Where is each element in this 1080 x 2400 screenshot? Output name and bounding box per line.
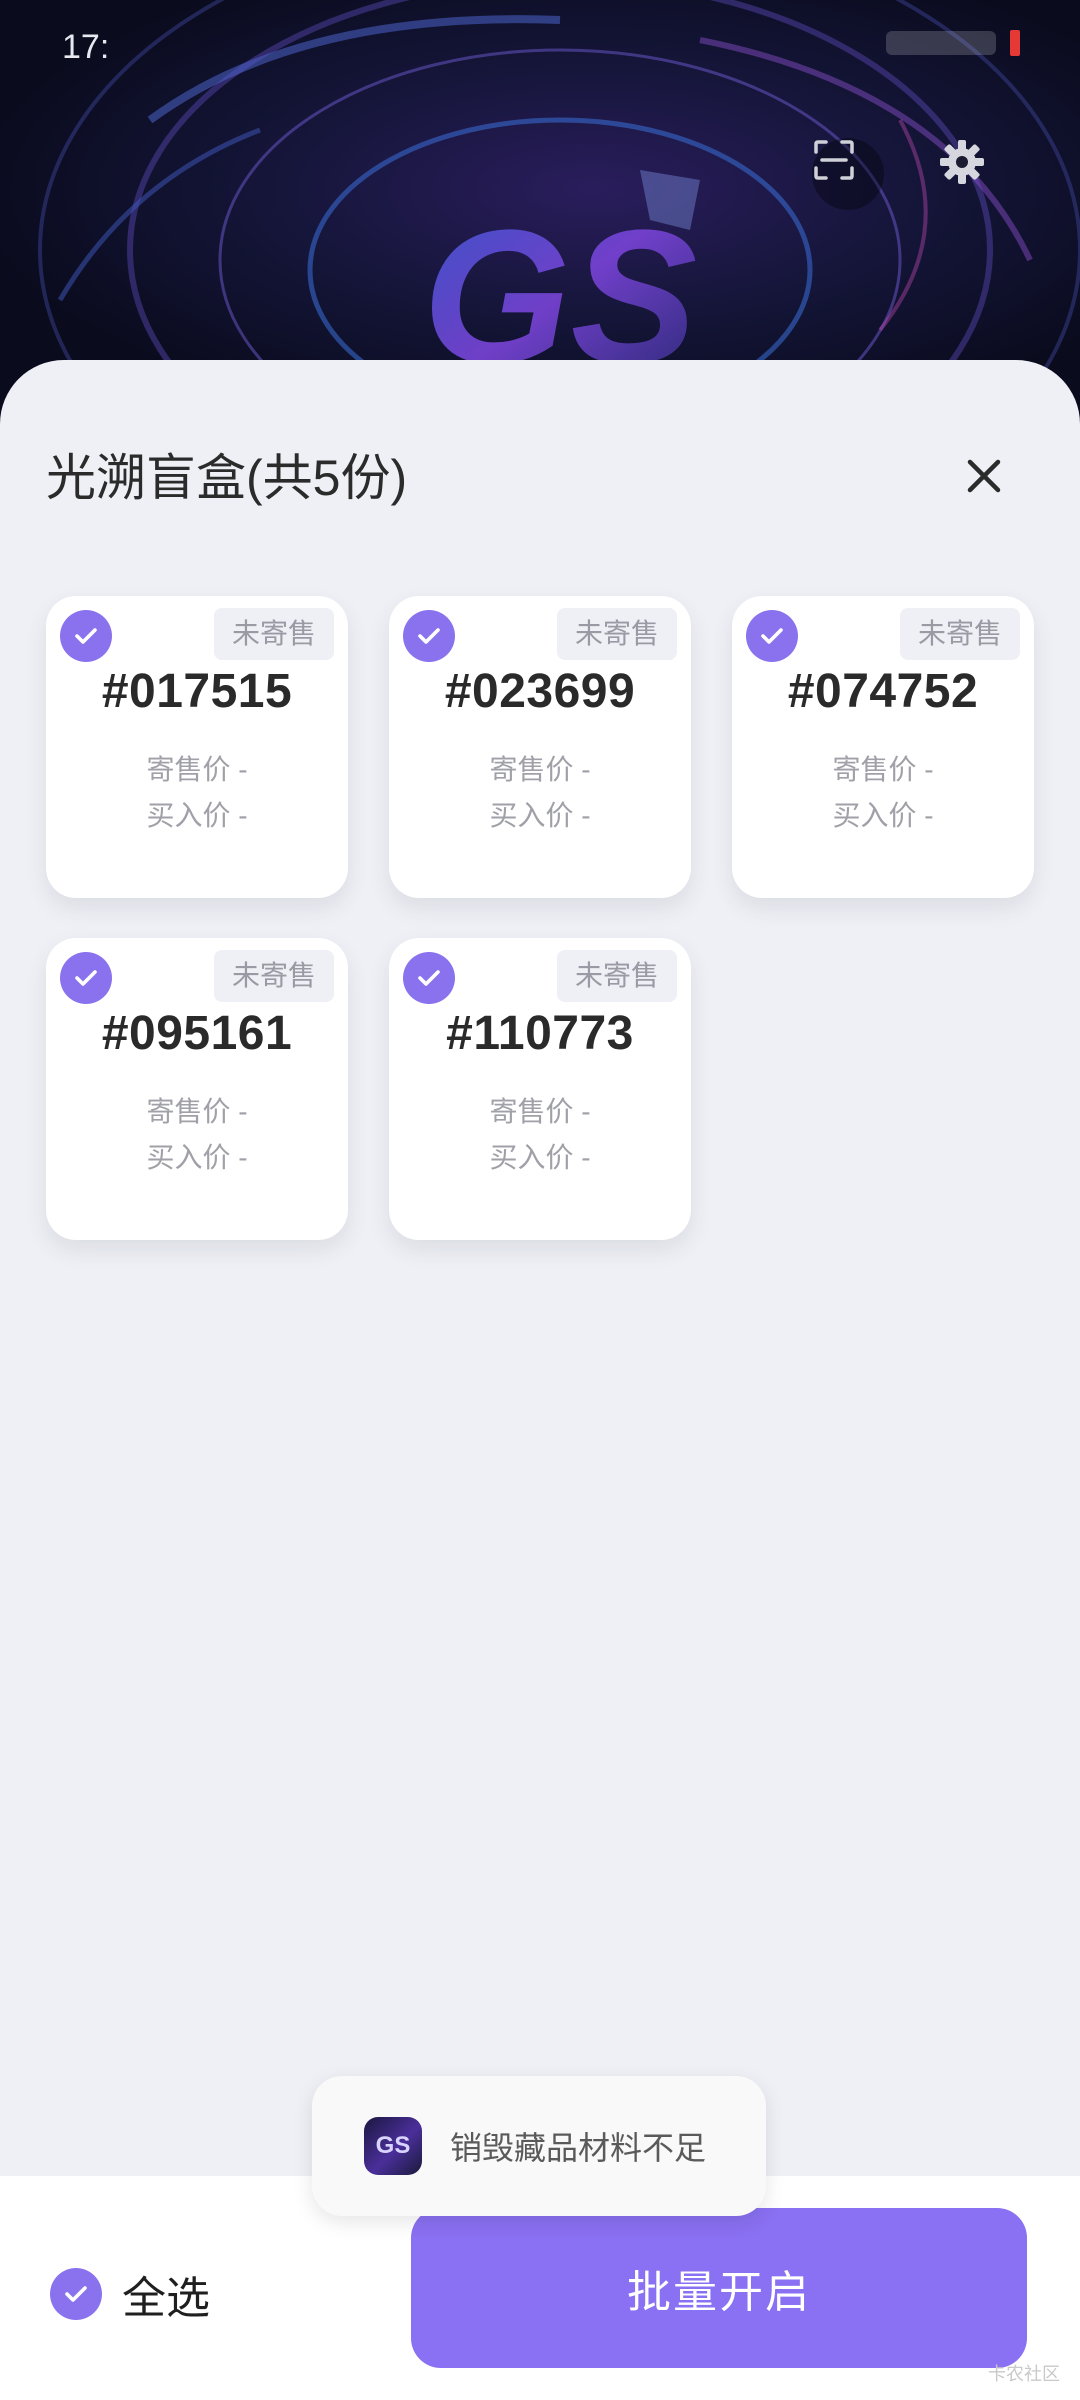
card-number: #023699 <box>444 665 636 718</box>
buy-price: 买入价 - <box>489 800 591 831</box>
buy-price: 买入价 - <box>832 800 934 831</box>
collectible-card[interactable]: 未寄售 #095161 寄售价 - 买入价 - <box>46 938 348 1240</box>
card-checkbox[interactable] <box>60 952 112 1004</box>
select-all-label: 全选 <box>122 2274 210 2323</box>
status-badge: 未寄售 <box>899 608 1020 660</box>
checkmark-icon <box>75 628 97 644</box>
gear-icon <box>940 140 984 184</box>
toast-text: 销毁藏品材料不足 <box>450 2130 707 2166</box>
sale-price: 寄售价 - <box>489 1096 591 1127</box>
checkmark-icon <box>418 970 440 986</box>
sale-price: 寄售价 - <box>146 754 248 785</box>
sale-price: 寄售价 - <box>489 754 591 785</box>
scan-icon <box>814 140 854 180</box>
status-badge: 未寄售 <box>556 950 677 1002</box>
collectible-card[interactable]: 未寄售 #074752 寄售价 - 买入价 - <box>732 596 1034 898</box>
signal-icon <box>886 31 996 55</box>
sale-price: 寄售价 - <box>832 754 934 785</box>
select-all-checkbox[interactable] <box>50 2268 102 2320</box>
checkmark-icon <box>418 628 440 644</box>
checkmark-icon <box>75 970 97 986</box>
checkmark-icon <box>65 2286 87 2302</box>
status-indicators <box>886 30 1020 56</box>
settings-button[interactable] <box>938 138 1010 210</box>
card-checkbox[interactable] <box>403 952 455 1004</box>
card-number: #095161 <box>101 1007 293 1060</box>
hero-banner: GS 17: <box>0 0 1080 420</box>
select-all-toggle[interactable]: 全选 <box>50 2262 210 2326</box>
toast-message: GS 销毁藏品材料不足 <box>312 2076 766 2216</box>
card-checkbox[interactable] <box>746 610 798 662</box>
buy-price: 买入价 - <box>146 1142 248 1173</box>
status-badge: 未寄售 <box>213 608 334 660</box>
app-logo-icon: GS <box>364 2117 422 2175</box>
buy-price: 买入价 - <box>489 1142 591 1173</box>
status-badge: 未寄售 <box>556 608 677 660</box>
collectible-card[interactable]: 未寄售 #023699 寄售价 - 买入价 - <box>389 596 691 898</box>
close-icon <box>967 459 1001 493</box>
status-bar: 17: <box>0 0 1080 100</box>
battery-icon <box>1010 30 1020 56</box>
card-checkbox[interactable] <box>60 610 112 662</box>
buy-price: 买入价 - <box>146 800 248 831</box>
close-button[interactable] <box>944 436 1024 516</box>
status-time: 17: <box>62 28 110 66</box>
status-badge: 未寄售 <box>213 950 334 1002</box>
sheet-title: 光溯盲盒(共5份) <box>46 450 408 506</box>
card-number: #074752 <box>787 665 979 718</box>
card-number: #110773 <box>446 1007 634 1060</box>
card-checkbox[interactable] <box>403 610 455 662</box>
checkmark-icon <box>761 628 783 644</box>
card-number: #017515 <box>101 665 293 718</box>
sale-price: 寄售价 - <box>146 1096 248 1127</box>
scan-button[interactable] <box>812 138 884 210</box>
watermark: 卡农社区 <box>988 2364 1060 2384</box>
collectible-card[interactable]: 未寄售 #017515 寄售价 - 买入价 - <box>46 596 348 898</box>
batch-open-button[interactable]: 批量开启 <box>411 2208 1027 2368</box>
collectible-card[interactable]: 未寄售 #110773 寄售价 - 买入价 - <box>389 938 691 1240</box>
